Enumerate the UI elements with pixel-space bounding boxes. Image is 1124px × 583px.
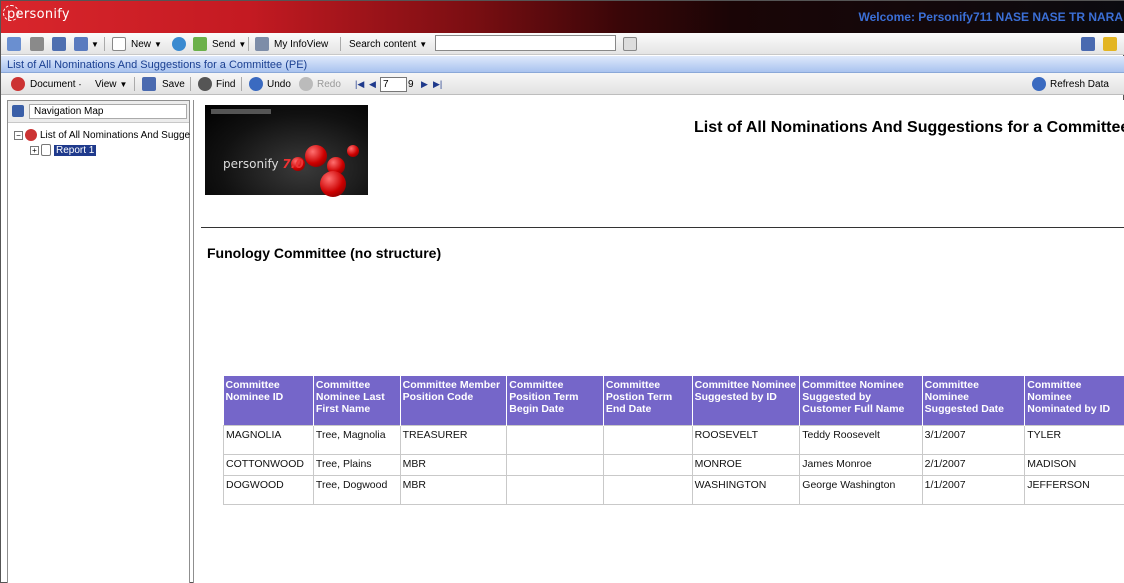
table-row: MAGNOLIA Tree, Magnolia TREASURER ROOSEV… <box>223 424 1124 455</box>
app-banner: personify Welcome: Personify711 NASE NAS… <box>1 1 1124 33</box>
table-cell[interactable]: Tree, Plains <box>312 453 401 476</box>
page-number-input[interactable]: 7 <box>380 77 407 92</box>
table-cell[interactable]: George Washington <box>799 474 923 505</box>
nav-header: Navigation Map <box>8 101 189 123</box>
document-menu[interactable]: Document - <box>11 76 81 92</box>
section-title: Funology Committee (no structure) <box>207 245 442 261</box>
view-menu[interactable]: View ▼ <box>95 76 127 92</box>
report-banner-image: personify 7.0 <box>205 105 368 197</box>
table-cell[interactable]: MBR <box>399 453 508 476</box>
save-button[interactable]: Save <box>142 76 185 92</box>
table-cell[interactable]: TREASURER <box>399 424 508 455</box>
column-header[interactable]: Committee Position Term Begin Date <box>506 376 604 425</box>
search-scope-dropdown[interactable]: Search content ▼ <box>349 36 427 52</box>
table-cell[interactable]: MAGNOLIA <box>223 424 314 455</box>
table-cell[interactable]: COTTONWOOD <box>223 453 314 476</box>
my-infoview-button[interactable]: My InfoView <box>255 36 328 52</box>
columns-icon[interactable]: ▼ <box>74 36 99 52</box>
lock-icon[interactable] <box>1103 36 1117 52</box>
report-document-icon <box>25 129 37 141</box>
document-toolbar: Document - View ▼ Save Find Undo Redo |◀ ◀… <box>1 73 1124 95</box>
save-icon <box>142 77 156 91</box>
table-cell[interactable] <box>602 474 693 505</box>
document-icon <box>11 77 25 91</box>
infoview-icon <box>255 37 269 51</box>
preferences-icon[interactable] <box>1081 36 1095 52</box>
column-header[interactable]: Committee Nominee Suggested by Customer … <box>799 376 923 425</box>
nav-map-icon <box>12 105 24 117</box>
redo-icon <box>299 77 313 91</box>
table-cell[interactable]: MADISON <box>1024 453 1124 476</box>
table-cell[interactable]: MONROE <box>691 453 801 476</box>
new-document-icon <box>112 37 126 51</box>
table-cell[interactable]: Tree, Dogwood <box>312 474 401 505</box>
column-header[interactable]: Committee Nominee Last First Name <box>313 376 401 425</box>
column-header[interactable]: Committee Nominee Suggested Date <box>922 376 1026 425</box>
divider <box>201 227 1124 228</box>
welcome-text: Welcome: Personify711 NASE NASE TR NARA <box>858 10 1123 24</box>
search-input[interactable] <box>435 35 616 51</box>
document-title: List of All Nominations And Suggestions … <box>7 59 308 71</box>
navigation-panel: Navigation Map − List of All Nominations… <box>7 100 190 583</box>
table-cell[interactable]: James Monroe <box>799 453 923 476</box>
collapse-icon[interactable]: − <box>14 130 23 140</box>
table-cell[interactable]: ROOSEVELT <box>691 424 801 455</box>
send-icon <box>193 37 207 51</box>
column-header[interactable]: Committee Member Position Code <box>400 376 508 425</box>
next-page-icon[interactable]: ▶ <box>421 76 428 92</box>
find-button[interactable]: Find <box>198 76 235 92</box>
column-header[interactable]: Committee Nominee Nominated by ID <box>1024 376 1124 425</box>
table-row: COTTONWOOD Tree, Plains MBR MONROE James… <box>223 453 1124 476</box>
refresh-icon <box>1032 77 1046 91</box>
refresh-data-button[interactable]: Refresh Data <box>1032 76 1109 92</box>
expand-icon[interactable]: + <box>30 145 39 155</box>
undo-icon <box>249 77 263 91</box>
table-cell[interactable] <box>506 453 604 476</box>
tree-item-report[interactable]: + Report 1 <box>30 144 97 156</box>
table-cell[interactable]: 1/1/2007 <box>921 474 1026 505</box>
home-icon[interactable] <box>7 36 21 52</box>
first-page-icon[interactable]: |◀ <box>355 76 364 92</box>
table-cell[interactable]: Tree, Magnolia <box>312 424 401 455</box>
table-cell[interactable]: 2/1/2007 <box>921 453 1026 476</box>
table-cell[interactable] <box>602 453 693 476</box>
tree-item-root[interactable]: − List of All Nominations And Sugge <box>14 129 190 141</box>
personify-logo: personify <box>3 5 70 22</box>
table-cell[interactable] <box>506 424 604 455</box>
last-page-icon[interactable]: ▶| <box>433 76 442 92</box>
new-button[interactable]: New ▼ <box>112 36 162 52</box>
table-header-row: Committee Nominee ID Committee Nominee L… <box>223 376 1124 425</box>
report-title: List of All Nominations And Suggestions … <box>694 119 1124 136</box>
report-view: personify 7.0 List of All Nominations An… <box>193 100 1124 583</box>
table-cell[interactable]: 3/1/2007 <box>921 424 1026 455</box>
table-cell[interactable] <box>602 424 693 455</box>
list-view-icon[interactable] <box>52 36 66 52</box>
page-total: 9 <box>408 78 414 90</box>
redo-button[interactable]: Redo <box>299 76 341 92</box>
refresh-list-icon[interactable] <box>172 36 186 52</box>
image-logo: personify 7.0 <box>223 157 304 171</box>
column-header[interactable]: Committee Postion Term End Date <box>603 376 693 425</box>
column-header[interactable]: Committee Nominee Suggested by ID <box>692 376 801 425</box>
search-go-icon[interactable] <box>623 36 637 52</box>
documents-icon[interactable] <box>30 36 44 52</box>
table-cell[interactable]: TYLER <box>1024 424 1124 455</box>
table-cell[interactable]: DOGWOOD <box>223 474 314 505</box>
document-title-bar: List of All Nominations And Suggestions … <box>1 56 1124 73</box>
table-cell[interactable]: WASHINGTON <box>691 474 801 505</box>
navigation-map-select[interactable]: Navigation Map <box>29 104 187 119</box>
column-header[interactable]: Committee Nominee ID <box>223 376 314 425</box>
send-button[interactable]: Send ▼ <box>193 36 246 52</box>
nominations-table: Committee Nominee ID Committee Nominee L… <box>223 376 1124 505</box>
page-icon <box>41 144 51 156</box>
table-row: DOGWOOD Tree, Dogwood MBR WASHINGTON Geo… <box>223 474 1124 505</box>
undo-button[interactable]: Undo <box>249 76 291 92</box>
table-cell[interactable]: Teddy Roosevelt <box>799 424 923 455</box>
table-cell[interactable]: MBR <box>399 474 508 505</box>
prev-page-icon[interactable]: ◀ <box>369 76 376 92</box>
table-cell[interactable] <box>506 474 604 505</box>
binoculars-icon <box>198 77 212 91</box>
table-cell[interactable]: JEFFERSON <box>1024 474 1124 505</box>
